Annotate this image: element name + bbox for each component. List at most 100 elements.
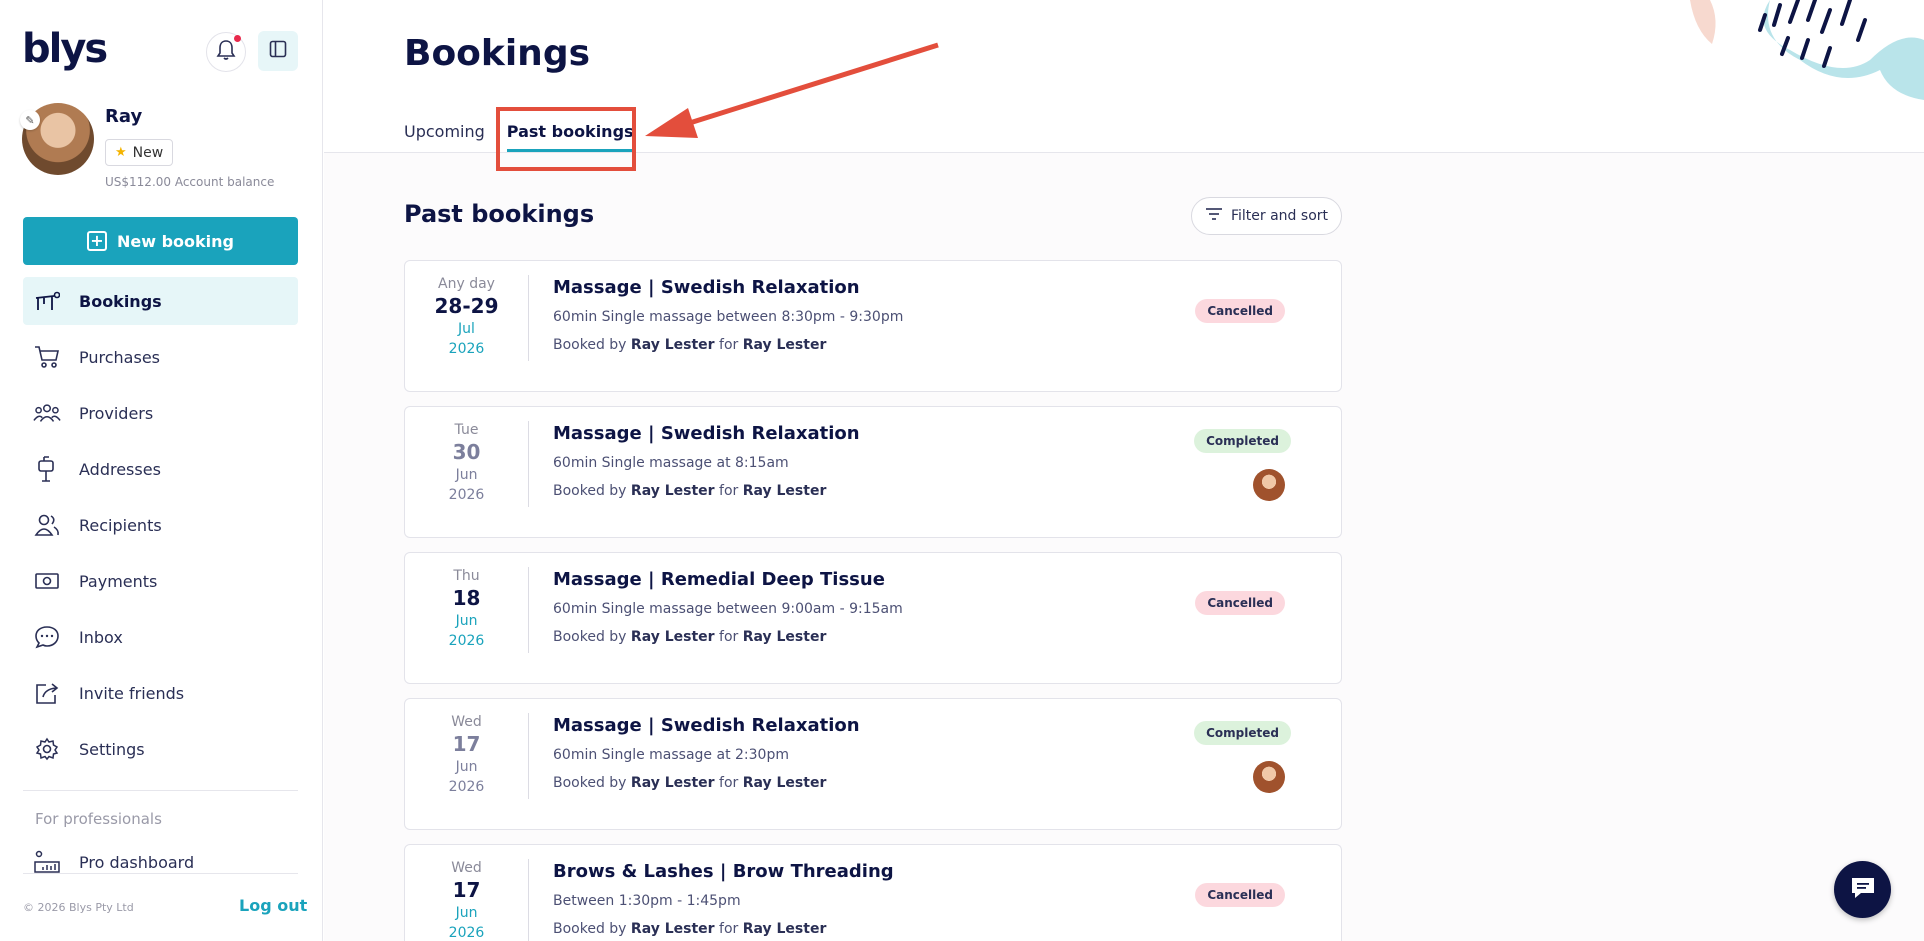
booking-booked-by: Booked by Ray Lester for Ray Lester bbox=[553, 483, 826, 499]
booking-title: Massage | Swedish Relaxation bbox=[553, 277, 860, 298]
recipient-name: Ray Lester bbox=[742, 483, 827, 499]
filter-label: Filter and sort bbox=[1230, 208, 1328, 224]
bell-icon bbox=[216, 39, 236, 65]
booking-year: 2026 bbox=[448, 633, 485, 649]
for-label: for bbox=[719, 483, 739, 499]
status-badge: Cancelled bbox=[1195, 591, 1285, 615]
logout-link[interactable]: Log out bbox=[239, 896, 307, 915]
massage-table-icon bbox=[33, 287, 61, 315]
booking-card[interactable]: Wed 17 Jun 2026 Massage | Swedish Relaxa… bbox=[404, 698, 1342, 830]
recipient-name: Ray Lester bbox=[742, 921, 827, 937]
booker-name: Ray Lester bbox=[630, 629, 715, 645]
filter-icon bbox=[1205, 207, 1223, 225]
account-balance: US$112.00 Account balance bbox=[105, 175, 275, 189]
recipient-name: Ray Lester bbox=[742, 337, 827, 353]
booking-month: Jul bbox=[458, 321, 475, 337]
sidebar-item-label: Bookings bbox=[79, 291, 162, 311]
booking-date-number: 17 bbox=[452, 878, 481, 902]
booking-year: 2026 bbox=[448, 925, 485, 941]
booking-description: 60min Single massage at 2:30pm bbox=[553, 747, 789, 763]
dashboard-chart-icon bbox=[33, 848, 61, 876]
sidebar-item-recipients[interactable]: Recipients bbox=[23, 501, 298, 549]
provider-avatar[interactable] bbox=[1253, 761, 1285, 793]
gear-icon bbox=[33, 735, 61, 763]
booking-title: Brows & Lashes | Brow Threading bbox=[553, 861, 894, 882]
section-title: Past bookings bbox=[404, 200, 595, 228]
booking-year: 2026 bbox=[448, 779, 485, 795]
notifications-button[interactable] bbox=[206, 32, 246, 72]
users-icon bbox=[33, 511, 61, 539]
sidebar-item-payments[interactable]: Payments bbox=[23, 557, 298, 605]
booking-description: Between 1:30pm - 1:45pm bbox=[553, 893, 741, 909]
people-group-icon bbox=[33, 399, 61, 427]
sidebar-item-label: Purchases bbox=[79, 347, 160, 367]
booking-booked-by: Booked by Ray Lester for Ray Lester bbox=[553, 337, 826, 353]
booking-day: Wed bbox=[451, 714, 482, 730]
sidebar-item-addresses[interactable]: Addresses bbox=[23, 445, 298, 493]
sidebar-item-bookings[interactable]: Bookings bbox=[23, 277, 298, 325]
decorative-pattern bbox=[1690, 0, 1924, 100]
annotation-highlight-box bbox=[496, 107, 636, 171]
booking-year: 2026 bbox=[448, 487, 485, 503]
for-label: for bbox=[719, 337, 739, 353]
sidebar-item-label: Payments bbox=[79, 571, 158, 591]
collapse-sidebar-button[interactable] bbox=[258, 31, 298, 71]
booker-name: Ray Lester bbox=[630, 921, 715, 937]
annotation-arrow-icon bbox=[645, 42, 939, 138]
booking-date-number: 18 bbox=[452, 586, 481, 610]
booking-date-number: 30 bbox=[452, 440, 481, 464]
booking-booked-by: Booked by Ray Lester for Ray Lester bbox=[553, 921, 826, 937]
booking-title: Massage | Swedish Relaxation bbox=[553, 423, 860, 444]
status-badge: Completed bbox=[1194, 429, 1291, 453]
cart-icon bbox=[33, 343, 61, 371]
tab-upcoming[interactable]: Upcoming bbox=[404, 122, 485, 152]
page-title: Bookings bbox=[404, 33, 591, 74]
booking-title: Massage | Remedial Deep Tissue bbox=[553, 569, 885, 590]
booking-title: Massage | Swedish Relaxation bbox=[553, 715, 860, 736]
booking-date: Any day 28-29 Jul 2026 bbox=[405, 275, 529, 361]
chat-support-button[interactable] bbox=[1834, 861, 1891, 918]
booking-description: 60min Single massage between 8:30pm - 9:… bbox=[553, 309, 904, 325]
status-badge: Completed bbox=[1194, 721, 1291, 745]
star-icon: ★ bbox=[115, 145, 127, 160]
sidebar-item-inbox[interactable]: Inbox bbox=[23, 613, 298, 661]
sidebar-toggle-icon bbox=[269, 40, 287, 62]
chat-icon bbox=[1849, 875, 1877, 905]
booked-by-label: Booked by bbox=[553, 629, 627, 645]
booking-card[interactable]: Thu 18 Jun 2026 Massage | Remedial Deep … bbox=[404, 552, 1342, 684]
booking-card[interactable]: Tue 30 Jun 2026 Massage | Swedish Relaxa… bbox=[404, 406, 1342, 538]
for-label: for bbox=[719, 629, 739, 645]
new-booking-button[interactable]: + New booking bbox=[23, 217, 298, 265]
blys-logo[interactable]: blys bbox=[22, 26, 108, 72]
filter-and-sort-button[interactable]: Filter and sort bbox=[1191, 197, 1342, 235]
booking-day: Tue bbox=[454, 422, 479, 438]
sidebar-nav: Bookings Purchases Providers Addresses R… bbox=[23, 277, 298, 781]
booking-card[interactable]: Any day 28-29 Jul 2026 Massage | Swedish… bbox=[404, 260, 1342, 392]
sidebar: blys ✎ Ray ★ New US$112.00 Account balan… bbox=[0, 0, 323, 941]
for-label: for bbox=[719, 775, 739, 791]
booking-description: 60min Single massage at 8:15am bbox=[553, 455, 789, 471]
provider-avatar[interactable] bbox=[1253, 469, 1285, 501]
recipient-name: Ray Lester bbox=[742, 629, 827, 645]
share-icon bbox=[33, 679, 61, 707]
edit-avatar-icon[interactable]: ✎ bbox=[20, 110, 40, 130]
booking-month: Jun bbox=[455, 905, 478, 921]
new-booking-label: New booking bbox=[117, 231, 234, 251]
booking-card[interactable]: Wed 17 Jun 2026 Brows & Lashes | Brow Th… bbox=[404, 844, 1342, 941]
booking-booked-by: Booked by Ray Lester for Ray Lester bbox=[553, 775, 826, 791]
booking-month: Jun bbox=[455, 613, 478, 629]
sidebar-item-label: Providers bbox=[79, 403, 154, 423]
sidebar-item-providers[interactable]: Providers bbox=[23, 389, 298, 437]
sidebar-item-purchases[interactable]: Purchases bbox=[23, 333, 298, 381]
sidebar-item-invite-friends[interactable]: Invite friends bbox=[23, 669, 298, 717]
booking-date: Wed 17 Jun 2026 bbox=[405, 859, 529, 941]
booking-month: Jun bbox=[455, 467, 478, 483]
booking-date: Thu 18 Jun 2026 bbox=[405, 567, 529, 653]
calendar-plus-icon: + bbox=[87, 231, 107, 251]
booking-month: Jun bbox=[455, 759, 478, 775]
sidebar-item-label: Addresses bbox=[79, 459, 161, 479]
mailbox-icon bbox=[33, 455, 61, 483]
sidebar-item-settings[interactable]: Settings bbox=[23, 725, 298, 773]
booked-by-label: Booked by bbox=[553, 775, 627, 791]
recipient-name: Ray Lester bbox=[742, 775, 827, 791]
